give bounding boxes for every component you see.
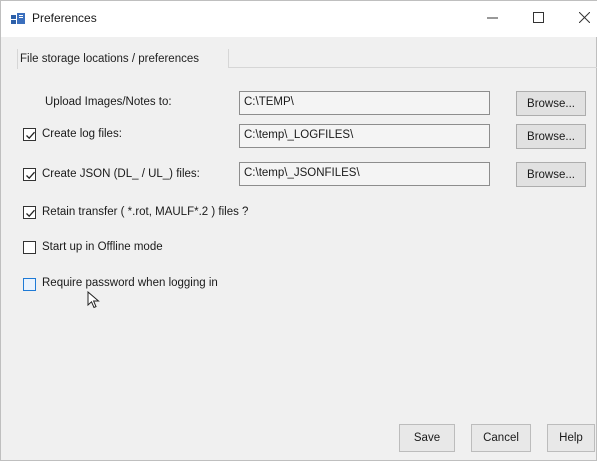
close-icon — [578, 11, 590, 26]
checkmark-icon — [26, 171, 35, 180]
window-title: Preferences — [32, 11, 97, 25]
require-password-checkbox[interactable] — [23, 278, 36, 291]
checkmark-icon — [26, 209, 35, 218]
save-button[interactable]: Save — [399, 424, 455, 452]
section-border-vert — [228, 49, 229, 68]
log-browse-button[interactable]: Browse... — [516, 124, 586, 149]
preferences-window: Preferences File storage locations / pre… — [0, 0, 597, 461]
cancel-button[interactable]: Cancel — [471, 424, 531, 452]
log-files-checkbox[interactable] — [23, 128, 36, 141]
json-path-field[interactable]: C:\temp\_JSONFILES\ — [239, 162, 490, 186]
maximize-icon — [532, 12, 544, 26]
minimize-button[interactable] — [469, 1, 515, 37]
json-files-label: Create JSON (DL_ / UL_) files: — [42, 168, 200, 180]
require-password-label: Require password when logging in — [42, 277, 218, 289]
section-border-right — [229, 67, 597, 68]
log-files-label: Create log files: — [42, 128, 122, 140]
upload-label: Upload Images/Notes to: — [45, 96, 172, 108]
app-icon — [11, 13, 25, 25]
checkmark-icon — [26, 131, 35, 140]
minimize-icon — [486, 12, 498, 26]
retain-transfer-checkbox[interactable] — [23, 206, 36, 219]
retain-transfer-label: Retain transfer ( *.rot, MAULF*.2 ) file… — [42, 206, 249, 218]
offline-mode-label: Start up in Offline mode — [42, 241, 163, 253]
json-browse-button[interactable]: Browse... — [516, 162, 586, 187]
help-button[interactable]: Help — [547, 424, 595, 452]
upload-browse-button[interactable]: Browse... — [516, 91, 586, 116]
close-button[interactable] — [561, 1, 597, 37]
section-header: File storage locations / preferences — [20, 53, 199, 65]
log-path-field[interactable]: C:\temp\_LOGFILES\ — [239, 124, 490, 148]
section-border-left — [17, 49, 18, 69]
mouse-pointer-icon — [87, 290, 101, 312]
offline-mode-checkbox[interactable] — [23, 241, 36, 254]
json-files-checkbox[interactable] — [23, 168, 36, 181]
maximize-button[interactable] — [515, 1, 561, 37]
upload-path-field[interactable]: C:\TEMP\ — [239, 91, 490, 115]
title-bar[interactable]: Preferences — [1, 1, 597, 37]
